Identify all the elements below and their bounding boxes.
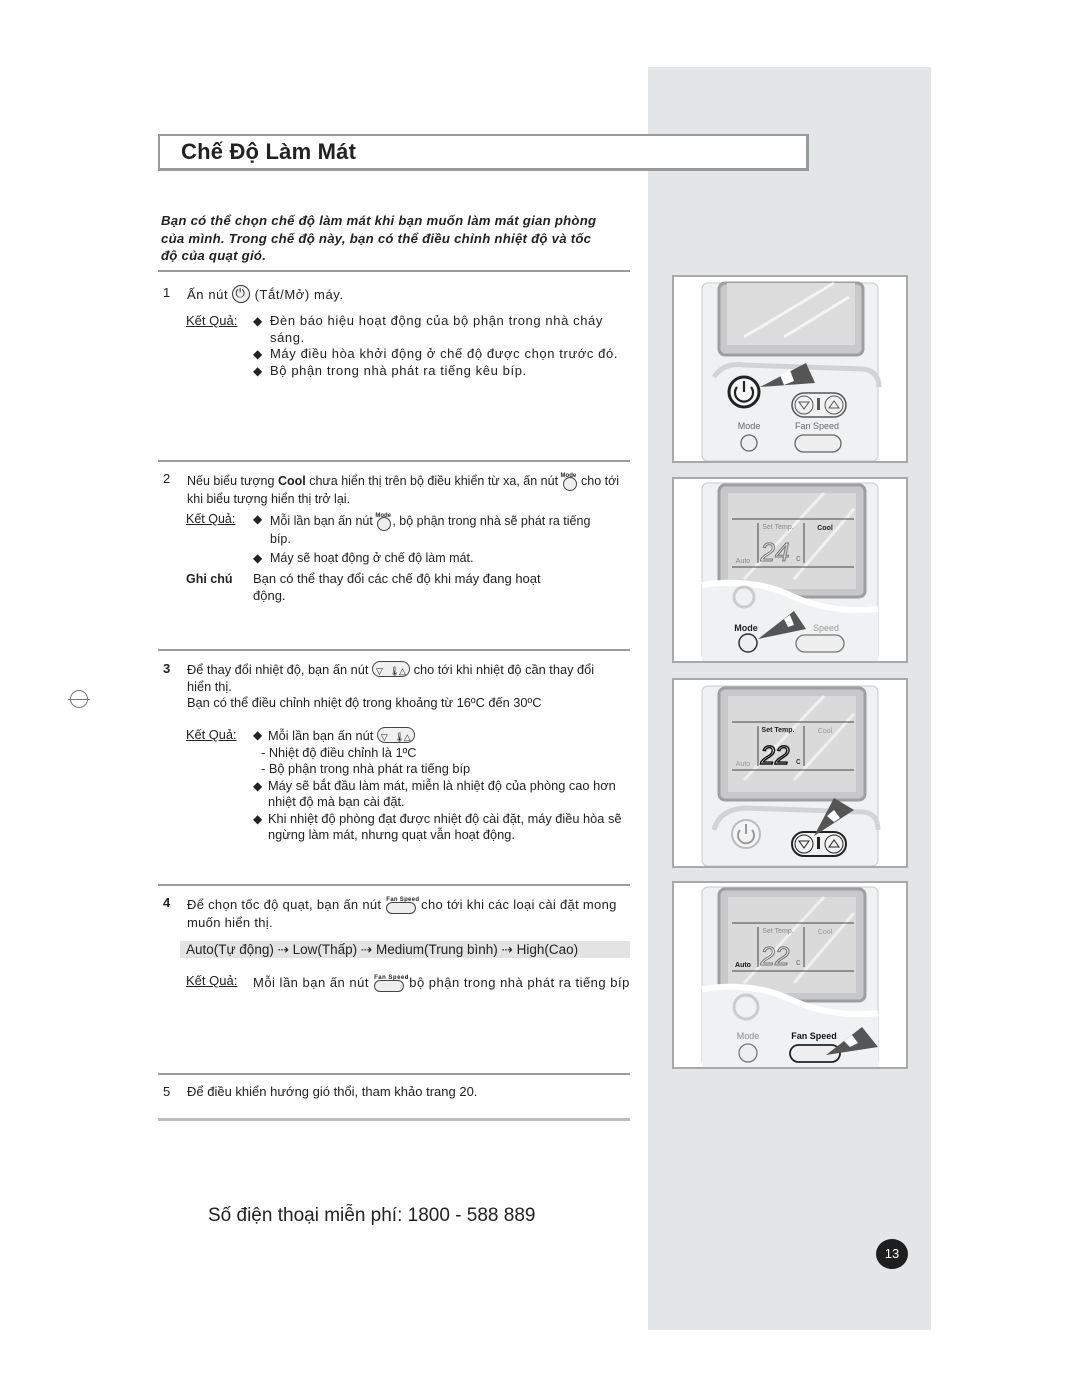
auto-label: Auto <box>736 558 751 565</box>
step-text: Để chọn tốc độ quạt, bạn ấn nút Fan Spee… <box>187 895 617 930</box>
figure-remote-fan: Set Temp. Cool Auto 22 c Mode Fan Speed <box>672 881 908 1069</box>
auto-label: Auto <box>736 761 751 768</box>
step-number: 3 <box>163 661 171 676</box>
cool-label: Cool <box>818 929 833 936</box>
svg-text:c: c <box>796 553 801 563</box>
step-number: 1 <box>163 285 171 300</box>
svg-text:Mode: Mode <box>737 1031 760 1041</box>
step-text: Để điều khiển hướng gió thổi, tham khảo … <box>187 1084 478 1099</box>
set-temp-label: Set Temp. <box>762 524 793 531</box>
divider <box>158 884 630 886</box>
result-sub-item: - Nhiệt độ điều chỉnh là 1ºC <box>261 744 417 760</box>
result-label: Kết Quả: <box>186 512 236 526</box>
svg-text:Mode: Mode <box>734 623 758 633</box>
cool-label: Cool <box>818 728 833 735</box>
result-item: Máy sẽ bắt đầu làm mát, miễn là nhiệt độ… <box>253 778 633 811</box>
temp-range-text: Bạn có thể điều chỉnh nhiệt độ trong kho… <box>187 695 542 710</box>
temperature-buttons-icon: ▽ 🌡 △ <box>376 727 415 743</box>
temperature-buttons-icon <box>791 392 847 418</box>
result-item: Khi nhiệt độ phòng đạt được nhiệt độ cài… <box>253 811 633 844</box>
result-item: Đèn báo hiệu hoạt động của bộ phận trong… <box>253 313 633 346</box>
divider <box>158 460 630 462</box>
temperature-readout: 22 <box>760 740 790 770</box>
step-number: 4 <box>163 895 171 910</box>
title-box: Chế Độ Làm Mát <box>158 134 809 171</box>
fan-speed-button-icon: Fan Speed <box>385 895 419 915</box>
fan-speed-button-icon: Fan Speed <box>373 973 408 993</box>
hotline-text: Số điện thoại miễn phí: 1800 - 588 889 <box>208 1205 536 1226</box>
set-temp-label: Set Temp. <box>762 928 793 935</box>
result-list: Mỗi lần bạn ấn nút ▽🌡△ - Nhiệt độ điều c… <box>253 727 633 844</box>
page-number-badge: 13 <box>876 1239 908 1269</box>
svg-text:Speed: Speed <box>813 623 839 633</box>
svg-text:Fan Speed: Fan Speed <box>795 421 839 431</box>
divider <box>158 270 630 272</box>
step-text: Nếu biểu tượng Cool chưa hiển thị trên b… <box>187 471 620 506</box>
auto-label: Auto <box>735 962 751 969</box>
step-number: 5 <box>163 1084 171 1099</box>
divider <box>158 1118 630 1121</box>
mode-button-icon: Mode <box>561 471 578 491</box>
temperature-buttons-icon: ▽ 🌡 △ <box>372 661 410 677</box>
result-label: Kết Quả: <box>186 727 237 742</box>
power-button-icon <box>232 285 251 303</box>
result-text: Mỗi lần bạn ấn nút Fan Speed bộ phận tro… <box>253 973 633 993</box>
note-label: Ghi chú <box>186 572 233 586</box>
set-temp-label: Set Temp. <box>762 727 795 734</box>
note-text: Bạn có thể thay đổi các chế độ khi máy đ… <box>253 571 541 603</box>
result-item: Bộ phận trong nhà phát ra tiếng kêu bíp. <box>253 363 633 380</box>
result-list: Mỗi lần bạn ấn nút Mode, bộ phận trong n… <box>253 511 598 566</box>
power-button-icon <box>727 375 761 409</box>
step-text: Để thay đổi nhiệt độ, bạn ấn nút ▽ 🌡 △ cho… <box>187 661 607 712</box>
result-item: Máy điều hòa khởi động ở chế độ được chọ… <box>253 346 633 363</box>
temperature-readout: 24 <box>760 537 790 567</box>
mode-button-icon: Mode <box>375 511 392 531</box>
result-item: Máy sẽ hoạt động ở chế độ làm mát. <box>253 550 598 567</box>
figure-remote-mode: Set Temp. Cool Auto 24 c Mode Speed <box>672 477 908 663</box>
result-label: Kết Quả: <box>186 973 238 988</box>
figure-remote-temp: Set Temp. Cool Auto 22 c <box>672 678 908 868</box>
result-sub-item: - Bộ phận trong nhà phát ra tiếng bíp <box>261 761 471 776</box>
temperature-readout: 22 <box>760 941 790 971</box>
page-title: Chế Độ Làm Mát <box>181 139 357 164</box>
result-item: Mỗi lần bạn ấn nút Mode, bộ phận trong n… <box>253 511 598 548</box>
svg-text:c: c <box>796 756 801 766</box>
figure-remote-power: Mode Fan Speed <box>672 275 908 463</box>
result-list: Đèn báo hiệu hoạt động của bộ phận trong… <box>253 313 633 379</box>
divider <box>158 649 630 651</box>
step-text: Ấn nút (Tắt/Mở) máy. <box>187 285 344 304</box>
step-number: 2 <box>163 471 171 486</box>
svg-text:Mode: Mode <box>738 421 761 431</box>
temperature-buttons-icon <box>791 831 847 857</box>
svg-text:c: c <box>796 957 801 967</box>
svg-text:Fan Speed: Fan Speed <box>791 1031 837 1041</box>
divider <box>158 1073 630 1075</box>
binding-hole-mark <box>68 690 90 708</box>
result-label: Kết Quả: <box>186 313 238 328</box>
cool-label: Cool <box>817 525 833 532</box>
mode-button-icon <box>738 633 758 653</box>
fan-speed-sequence: Auto(Tự động) ⇢ Low(Thấp) ⇢ Medium(Trung… <box>180 941 630 958</box>
intro-text: Bạn có thể chọn chế độ làm mát khi bạn m… <box>161 213 597 263</box>
result-item: Mỗi lần bạn ấn nút ▽🌡△ <box>253 727 633 745</box>
